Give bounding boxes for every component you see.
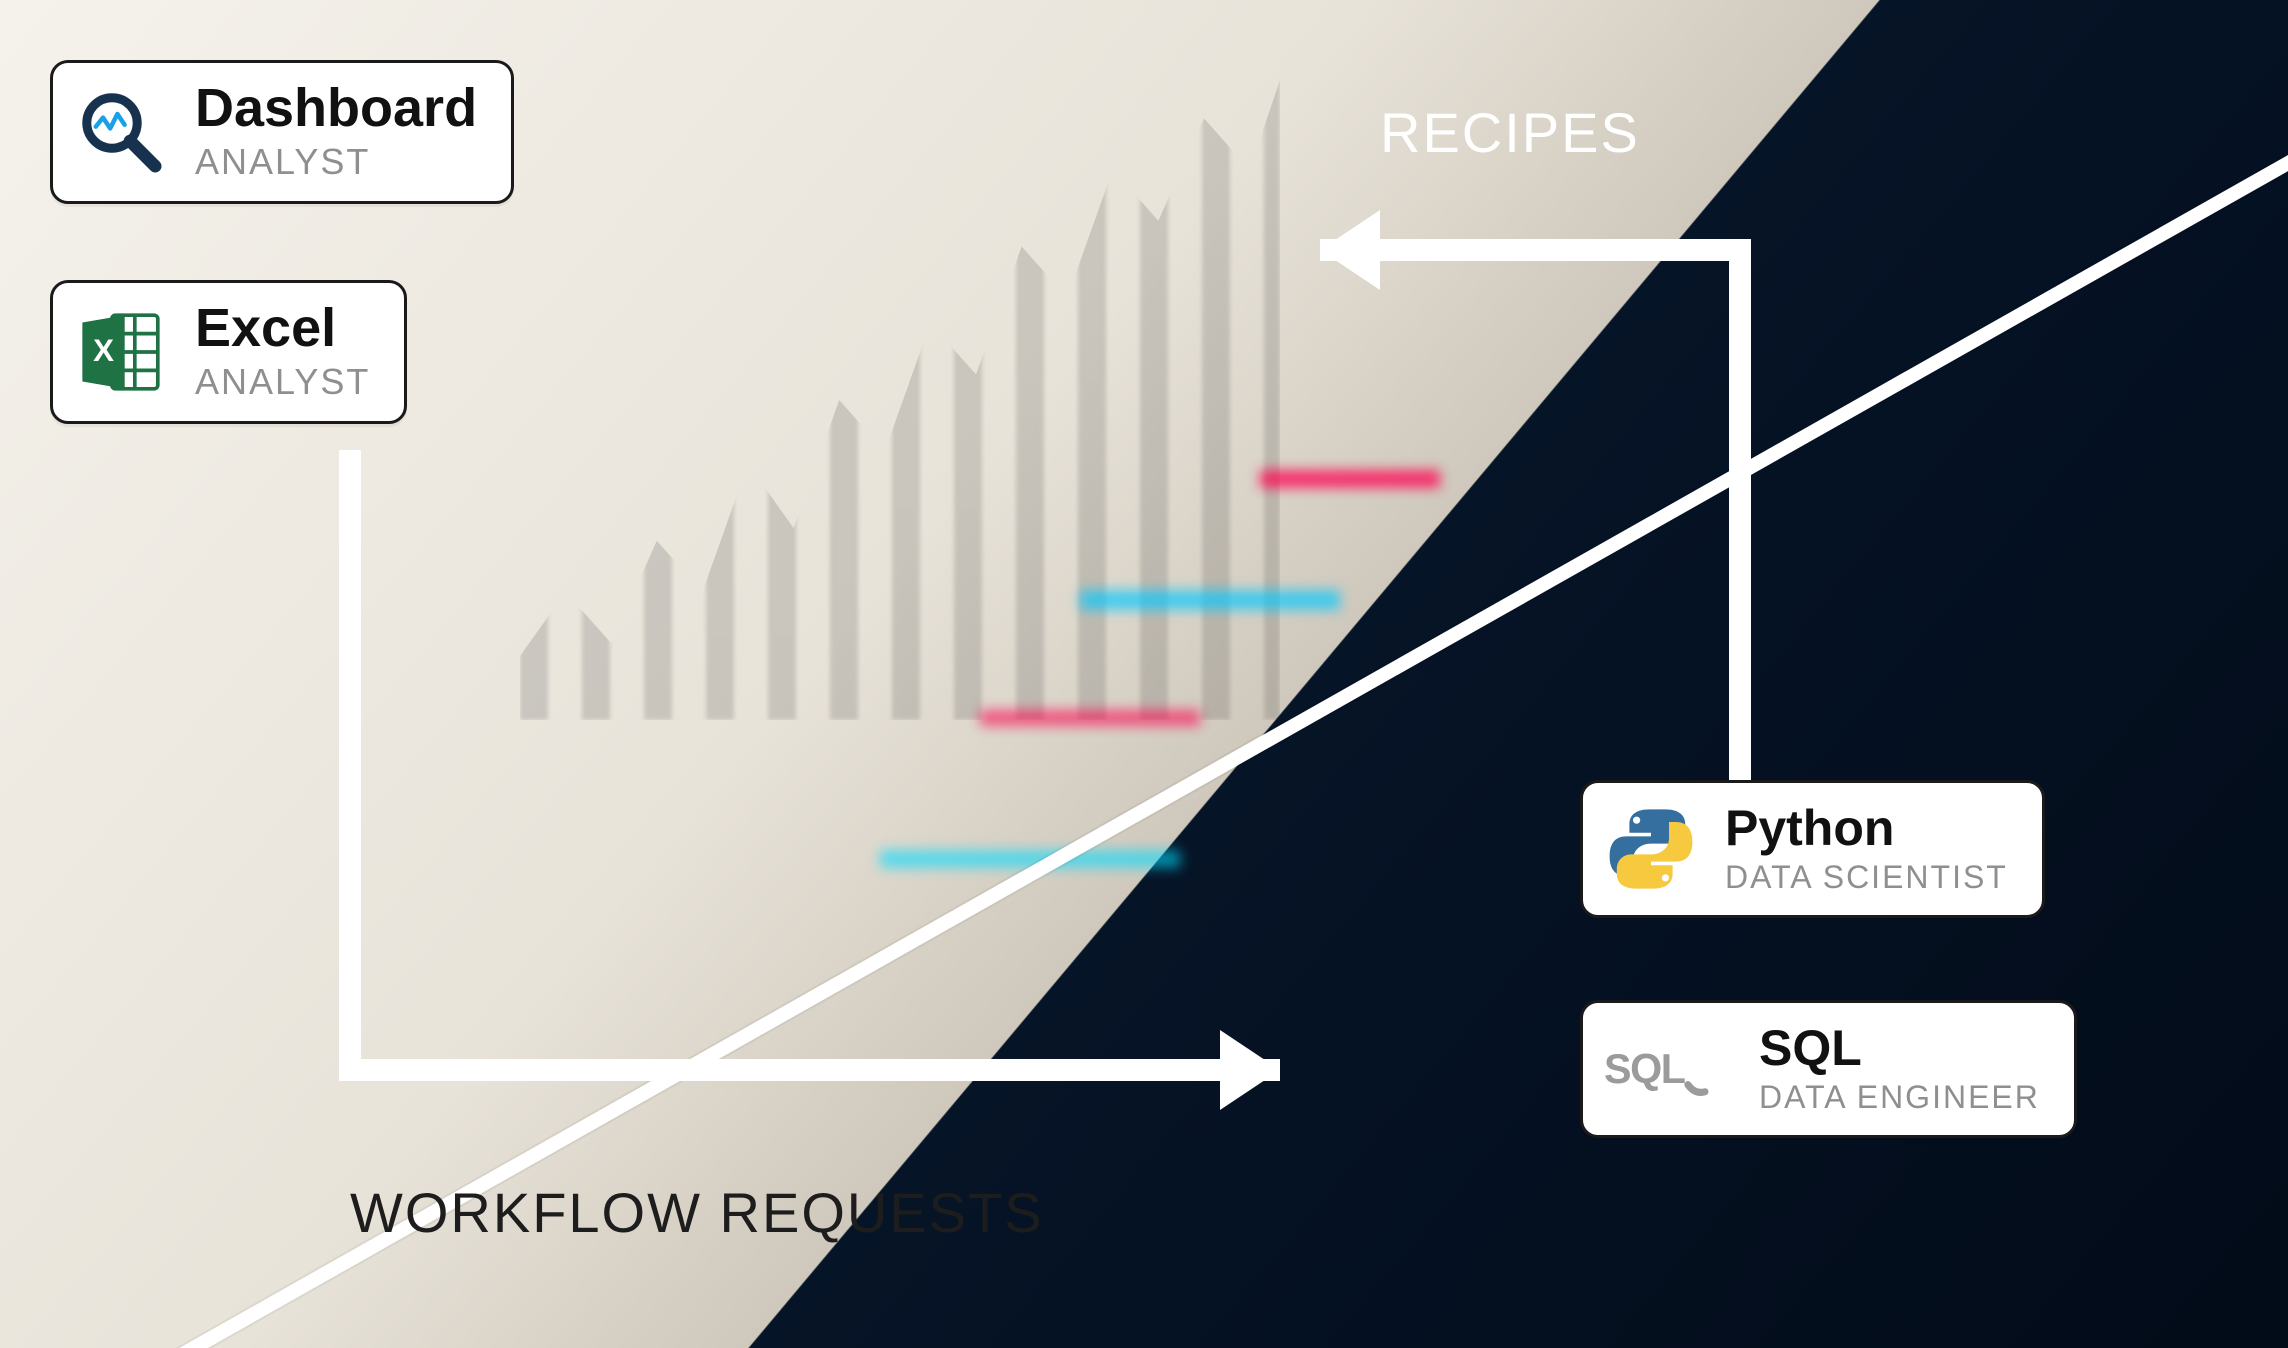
svg-text:SQL: SQL <box>1604 1046 1685 1092</box>
card-excel-role: ANALYST <box>195 361 370 403</box>
card-python: Python DATA SCIENTIST <box>1580 780 2045 918</box>
card-sql-role: DATA ENGINEER <box>1759 1079 2040 1116</box>
sql-icon: SQL <box>1603 1021 1733 1117</box>
dashboard-search-icon <box>73 84 169 180</box>
diagram-stage: RECIPES WORKFLOW REQUESTS Dashboard ANAL… <box>0 0 2288 1348</box>
label-recipes: RECIPES <box>1380 100 1640 165</box>
svg-text:X: X <box>93 333 114 368</box>
card-excel-title: Excel <box>195 301 370 355</box>
card-python-title: Python <box>1725 803 2008 853</box>
card-dashboard: Dashboard ANALYST <box>50 60 514 204</box>
card-dashboard-role: ANALYST <box>195 141 477 183</box>
card-sql-title: SQL <box>1759 1023 2040 1073</box>
card-dashboard-title: Dashboard <box>195 81 477 135</box>
card-python-role: DATA SCIENTIST <box>1725 859 2008 896</box>
excel-icon: X <box>73 304 169 400</box>
card-sql: SQL SQL DATA ENGINEER <box>1580 1000 2077 1138</box>
card-excel: X Excel ANALYST <box>50 280 407 424</box>
python-icon <box>1603 801 1699 897</box>
label-workflow-requests: WORKFLOW REQUESTS <box>350 1180 1044 1245</box>
